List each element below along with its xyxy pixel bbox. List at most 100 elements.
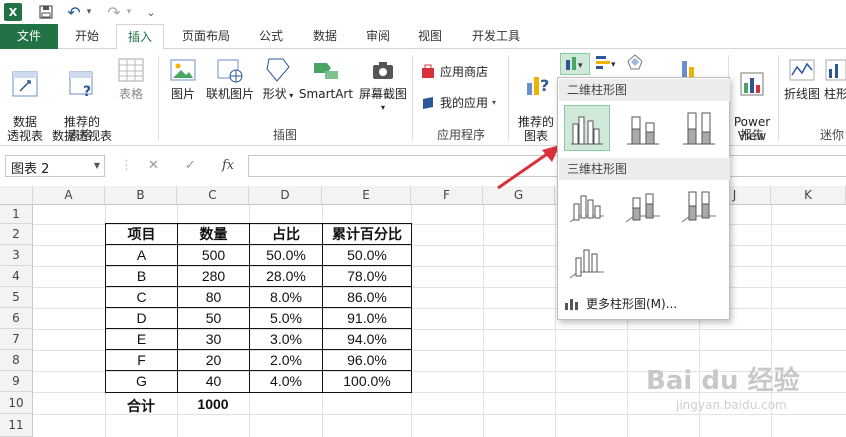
table-header-cell[interactable]: 累计百分比 bbox=[322, 223, 412, 245]
table-cell[interactable]: 4.0% bbox=[249, 370, 323, 393]
table-cell[interactable]: 20 bbox=[177, 349, 250, 371]
table-cell[interactable]: 8.0% bbox=[249, 286, 323, 308]
row-header[interactable]: 7 bbox=[0, 329, 33, 350]
tab-review[interactable]: 审阅 bbox=[356, 24, 400, 49]
more-column-charts-link[interactable]: 更多柱形图(M)... bbox=[564, 295, 677, 312]
3d-clustered-column-option[interactable] bbox=[564, 184, 610, 230]
table-cell[interactable]: 50.0% bbox=[322, 244, 412, 266]
table-cell[interactable]: 96.0% bbox=[322, 349, 412, 371]
table-cell[interactable]: F bbox=[105, 349, 178, 371]
column-header[interactable]: K bbox=[771, 186, 846, 205]
column-header[interactable]: C bbox=[177, 186, 249, 205]
table-header-cell[interactable]: 占比 bbox=[249, 223, 323, 245]
online-picture-button[interactable]: 联机图片 bbox=[204, 55, 256, 101]
column-chart-icon: ▾ bbox=[566, 57, 583, 71]
row-header[interactable]: 8 bbox=[0, 350, 33, 371]
table-cell[interactable]: 91.0% bbox=[322, 307, 412, 329]
undo-dropdown-icon[interactable]: ▾ bbox=[84, 2, 94, 22]
row-header[interactable]: 6 bbox=[0, 308, 33, 329]
radar-chart-button[interactable] bbox=[622, 53, 652, 75]
row-header[interactable]: 5 bbox=[0, 287, 33, 308]
table-cell[interactable]: B bbox=[105, 265, 178, 287]
tab-insert[interactable]: 插入 bbox=[116, 24, 164, 50]
my-apps-button[interactable]: 我的应用 ▾ bbox=[420, 94, 496, 111]
recommended-charts-button[interactable]: ? 推荐的 图表 bbox=[514, 55, 558, 143]
pivot-table-button[interactable]: 数据 透视表 bbox=[4, 55, 46, 143]
table-cell[interactable]: 50.0% bbox=[249, 244, 323, 266]
3d-column-option[interactable] bbox=[564, 240, 610, 286]
screenshot-button[interactable]: 屏幕截图 ▾ bbox=[356, 55, 410, 115]
column-header[interactable]: B bbox=[105, 186, 177, 205]
tab-file[interactable]: 文件 bbox=[0, 24, 58, 49]
cancel-icon[interactable]: ✕ bbox=[148, 158, 159, 173]
row-header[interactable]: 1 bbox=[0, 205, 33, 224]
row-header[interactable]: 10 bbox=[0, 392, 33, 414]
table-cell[interactable]: 78.0% bbox=[322, 265, 412, 287]
table-cell[interactable]: 80 bbox=[177, 286, 250, 308]
picture-button[interactable]: 图片 bbox=[166, 55, 200, 101]
redo-icon[interactable]: ↷ bbox=[104, 2, 124, 22]
total-value-cell[interactable]: 1000 bbox=[177, 396, 249, 416]
column-header[interactable]: E bbox=[322, 186, 411, 205]
redo-dropdown-icon[interactable]: ▾ bbox=[124, 2, 134, 22]
shapes-button[interactable]: 形状 ▾ bbox=[260, 55, 296, 103]
tab-view[interactable]: 视图 bbox=[408, 24, 452, 49]
table-cell[interactable]: 3.0% bbox=[249, 328, 323, 350]
table-cell[interactable]: 94.0% bbox=[322, 328, 412, 350]
column-header[interactable]: F bbox=[411, 186, 483, 205]
table-cell[interactable]: 100.0% bbox=[322, 370, 412, 393]
name-box[interactable]: 图表 2 ▼ bbox=[5, 155, 105, 177]
my-apps-icon bbox=[423, 96, 433, 109]
table-cell[interactable]: 30 bbox=[177, 328, 250, 350]
table-cell[interactable]: 40 bbox=[177, 370, 250, 393]
tab-page-layout[interactable]: 页面布局 bbox=[172, 24, 240, 49]
3d-stacked-column-option[interactable] bbox=[620, 184, 666, 230]
save-icon[interactable] bbox=[36, 2, 56, 22]
table-cell[interactable]: 5.0% bbox=[249, 307, 323, 329]
smartart-button[interactable]: SmartArt bbox=[298, 55, 354, 101]
tab-developer[interactable]: 开发工具 bbox=[462, 24, 530, 49]
power-view-icon bbox=[740, 72, 764, 96]
table-cell[interactable]: 500 bbox=[177, 244, 250, 266]
table-cell[interactable]: 280 bbox=[177, 265, 250, 287]
3d-percent-stacked-column-option[interactable] bbox=[676, 184, 722, 230]
table-cell[interactable]: 28.0% bbox=[249, 265, 323, 287]
fx-icon[interactable]: fx bbox=[222, 158, 234, 173]
table-cell[interactable]: 50 bbox=[177, 307, 250, 329]
sparkline-column-button[interactable]: 柱形 bbox=[824, 55, 846, 101]
column-header[interactable]: D bbox=[249, 186, 322, 205]
tab-data[interactable]: 数据 bbox=[302, 24, 348, 49]
percent-stacked-column-option[interactable] bbox=[676, 105, 722, 151]
row-header[interactable]: 2 bbox=[0, 224, 33, 245]
table-cell[interactable]: G bbox=[105, 370, 178, 393]
column-chart-button[interactable]: ▾ bbox=[560, 53, 590, 75]
row-header[interactable]: 9 bbox=[0, 371, 33, 392]
table-header-cell[interactable]: 项目 bbox=[105, 223, 178, 245]
table-cell[interactable]: D bbox=[105, 307, 178, 329]
table-cell[interactable]: C bbox=[105, 286, 178, 308]
table-cell[interactable]: E bbox=[105, 328, 178, 350]
row-header[interactable]: 11 bbox=[0, 414, 33, 437]
bar-chart-button[interactable]: ▾ bbox=[592, 53, 620, 75]
tab-formulas[interactable]: 公式 bbox=[248, 24, 294, 49]
chevron-down-icon[interactable]: ▼ bbox=[94, 161, 100, 170]
smartart-label: SmartArt bbox=[298, 87, 354, 101]
row-header[interactable]: 3 bbox=[0, 245, 33, 266]
undo-icon[interactable]: ↶ bbox=[64, 2, 84, 22]
column-header[interactable]: A bbox=[33, 186, 105, 205]
total-label-cell[interactable]: 合计 bbox=[105, 396, 177, 416]
table-cell[interactable]: A bbox=[105, 244, 178, 266]
clustered-column-option[interactable] bbox=[564, 105, 610, 151]
stacked-column-option[interactable] bbox=[620, 105, 666, 151]
table-cell[interactable]: 86.0% bbox=[322, 286, 412, 308]
store-button[interactable]: 应用商店 bbox=[420, 63, 488, 80]
tab-home[interactable]: 开始 bbox=[64, 24, 110, 49]
customize-toolbar-icon[interactable]: ⌄ bbox=[144, 2, 158, 22]
select-all-corner[interactable] bbox=[0, 186, 33, 205]
table-cell[interactable]: 2.0% bbox=[249, 349, 323, 371]
enter-icon[interactable]: ✓ bbox=[185, 158, 196, 173]
table-button[interactable]: 表格 bbox=[114, 55, 148, 101]
sparkline-line-button[interactable]: 折线图 bbox=[782, 55, 822, 101]
table-header-cell[interactable]: 数量 bbox=[177, 223, 250, 245]
row-header[interactable]: 4 bbox=[0, 266, 33, 287]
